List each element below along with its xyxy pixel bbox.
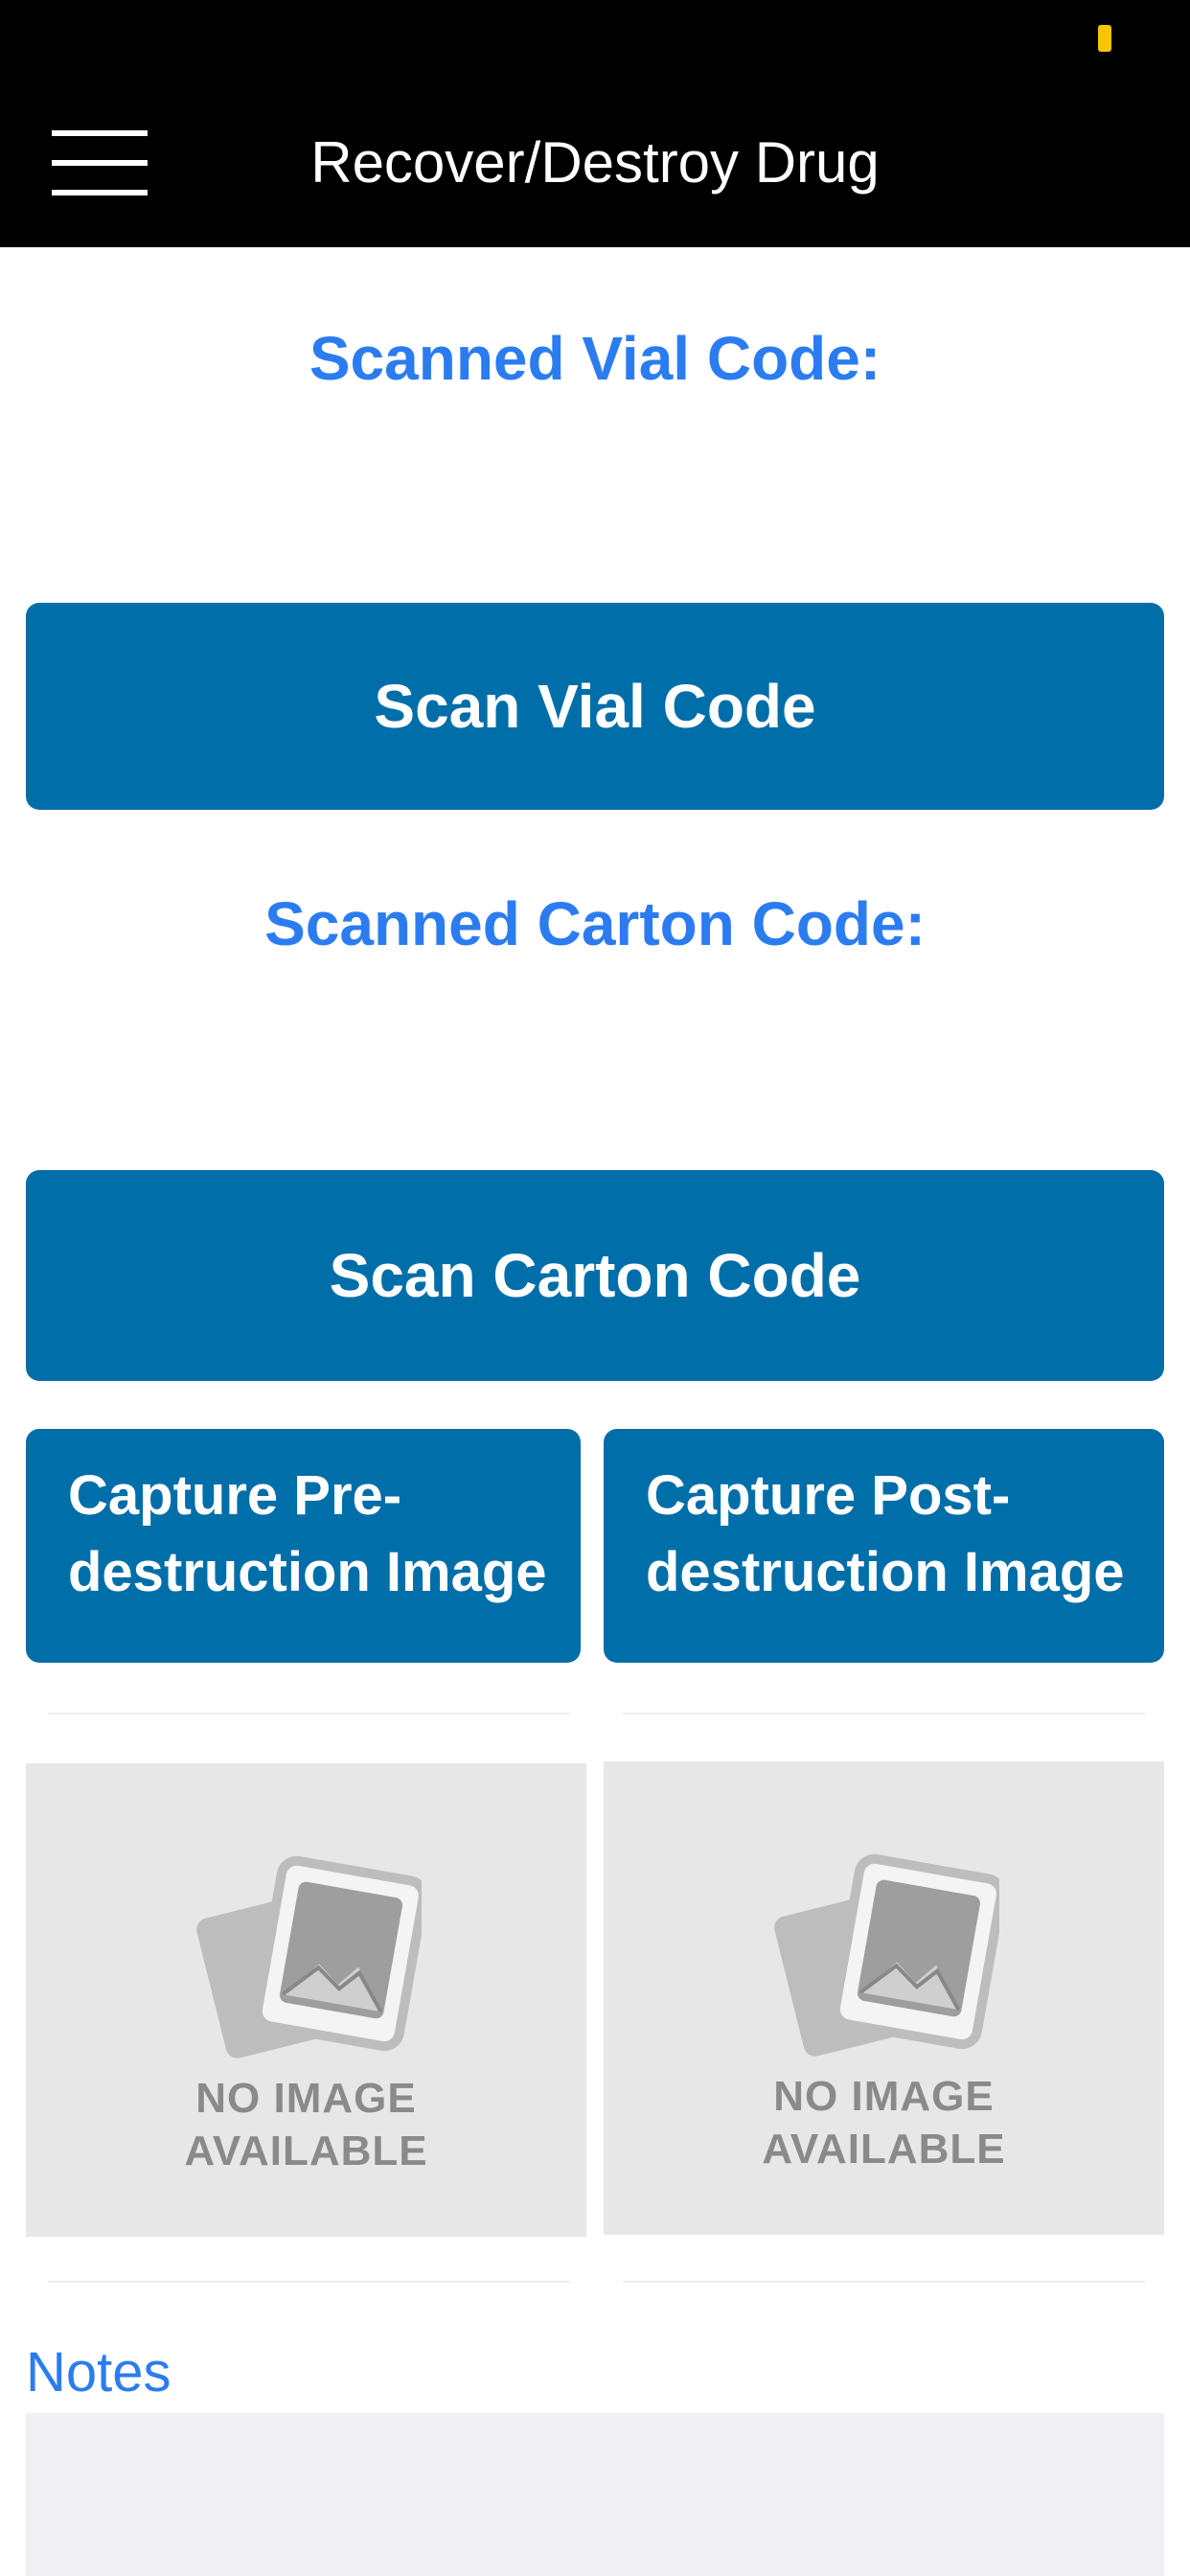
notes-input[interactable] bbox=[26, 2413, 1164, 2576]
navigation-bar: Recover/Destroy Drug bbox=[0, 0, 1190, 247]
divider bbox=[623, 2281, 1145, 2283]
recover-destroy-screen: Recover/Destroy Drug Scanned Vial Code: … bbox=[0, 0, 1190, 2576]
scanned-carton-code-value bbox=[26, 997, 1164, 1054]
no-image-text: NO IMAGE AVAILABLE bbox=[762, 2073, 1006, 2173]
notes-label: Notes bbox=[26, 2341, 172, 2404]
no-image-text: NO IMAGE AVAILABLE bbox=[184, 2075, 428, 2174]
scanned-vial-code-value bbox=[26, 431, 1164, 489]
scanned-vial-code-label: Scanned Vial Code: bbox=[309, 324, 881, 393]
battery-icon bbox=[1098, 25, 1111, 52]
scan-carton-code-button[interactable]: Scan Carton Code bbox=[26, 1170, 1164, 1381]
no-image-icon bbox=[195, 1855, 422, 2058]
divider bbox=[623, 1713, 1145, 1714]
post-destruction-image-view[interactable]: NO IMAGE AVAILABLE bbox=[604, 1761, 1164, 2235]
scan-vial-code-button[interactable]: Scan Vial Code bbox=[26, 603, 1164, 810]
no-image-icon bbox=[773, 1853, 999, 2057]
divider bbox=[48, 2281, 570, 2283]
capture-pre-destruction-image-button[interactable]: Capture Pre- destruction Image bbox=[26, 1429, 581, 1663]
scanned-carton-code-label: Scanned Carton Code: bbox=[264, 889, 926, 958]
page-title: Recover/Destroy Drug bbox=[310, 130, 880, 195]
pre-destruction-image-view[interactable]: NO IMAGE AVAILABLE bbox=[26, 1763, 586, 2237]
capture-post-destruction-image-button[interactable]: Capture Post- destruction Image bbox=[604, 1429, 1164, 1663]
divider bbox=[48, 1713, 570, 1714]
